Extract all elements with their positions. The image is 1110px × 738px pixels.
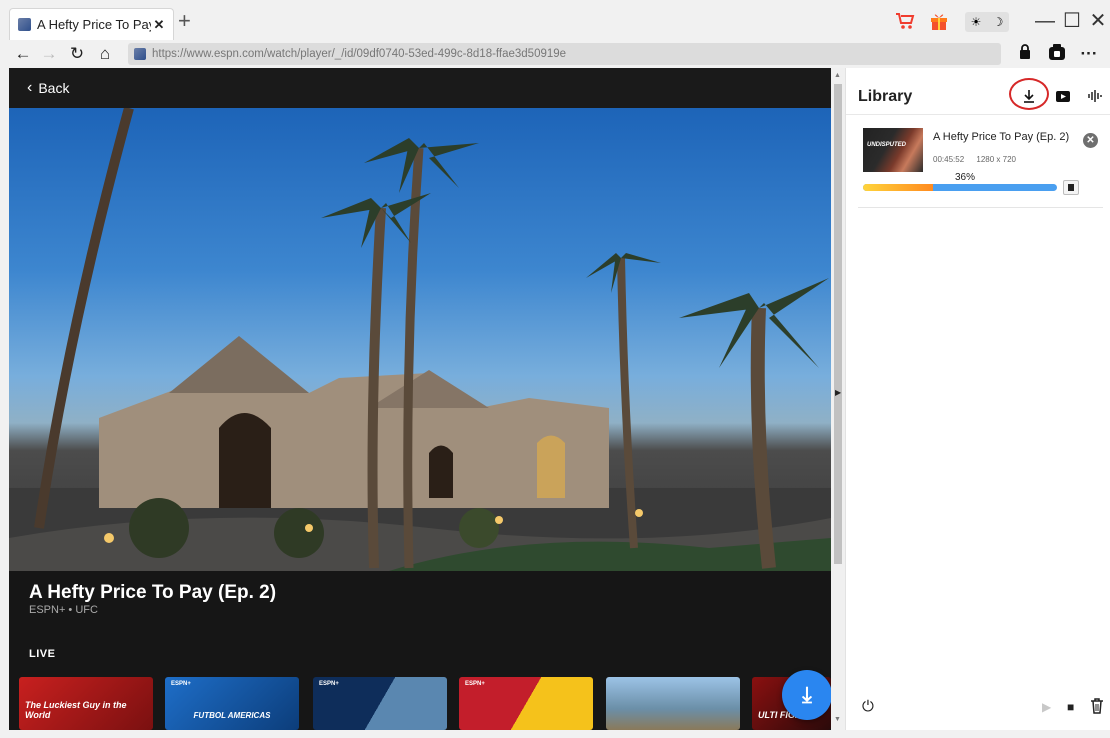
scroll-down-icon[interactable]: ▼ xyxy=(834,716,841,723)
thumbnail-tag: ESPN+ xyxy=(171,681,191,687)
more-menu-icon[interactable]: ··· xyxy=(1078,43,1100,65)
download-icon: ⤓ xyxy=(802,682,812,707)
back-button[interactable]: ‹ Back xyxy=(27,79,69,97)
thumbnail-caption: UNDISPUTED xyxy=(867,142,907,148)
site-favicon-icon xyxy=(18,18,31,31)
url-text: https://www.espn.com/watch/player/_/id/0… xyxy=(152,48,567,60)
browser-tab[interactable]: A Hefty Price To Pay ( ✕ xyxy=(9,8,174,40)
download-percent: 36% xyxy=(955,172,976,183)
play-all-icon[interactable]: ▶ xyxy=(1042,700,1051,714)
remove-download-icon[interactable]: ✕ xyxy=(1083,133,1098,148)
thumbnail-tag: ESPN+ xyxy=(319,681,339,687)
download-meta: 00:45:52 1280 x 720 xyxy=(933,155,1026,164)
navigation-bar: ← → ↻ ⌂ https://www.espn.com/watch/playe… xyxy=(0,40,1110,68)
show-title: A Hefty Price To Pay (Ep. 2) xyxy=(29,582,277,603)
browser-window: A Hefty Price To Pay ( ✕ + ☀ ☽ — ☐ ✕ ← →… xyxy=(0,0,1110,738)
download-progress-bar xyxy=(863,184,1057,191)
gift-icon[interactable] xyxy=(928,10,950,32)
library-footer: ⏻ ▶ ■ xyxy=(846,686,1110,730)
page-scrollbar[interactable]: ▲ ▼ xyxy=(831,68,845,730)
divider xyxy=(846,114,1110,115)
close-tab-icon[interactable]: ✕ xyxy=(151,17,167,33)
live-section-label: LIVE xyxy=(29,648,56,660)
live-thumbnail[interactable]: The Luckiest Guy in the World xyxy=(19,677,153,730)
live-thumbnail[interactable]: ESPN+ xyxy=(313,677,447,730)
reload-icon[interactable]: ↻ xyxy=(66,43,88,65)
stop-icon xyxy=(1068,184,1074,191)
hero-image[interactable] xyxy=(9,108,831,571)
download-resolution: 1280 x 720 xyxy=(976,155,1016,164)
scroll-up-icon[interactable]: ▲ xyxy=(834,72,841,79)
trash-icon[interactable] xyxy=(1090,698,1104,718)
library-panel: Library UNDISPUTED A Hefty Price To Pay … xyxy=(845,68,1110,730)
theme-toggle[interactable]: ☀ ☽ xyxy=(965,12,1009,32)
lock-icon[interactable] xyxy=(1014,43,1036,65)
maximize-button[interactable]: ☐ xyxy=(1060,8,1084,34)
player-header: ‹ Back xyxy=(9,68,831,108)
home-icon[interactable]: ⌂ xyxy=(94,43,116,65)
close-window-button[interactable]: ✕ xyxy=(1086,8,1110,34)
title-bar: A Hefty Price To Pay ( ✕ + ☀ ☽ — ☐ ✕ xyxy=(0,0,1110,40)
scrollbar-thumb[interactable] xyxy=(834,84,842,564)
sun-icon: ☀ xyxy=(970,15,982,29)
library-title: Library xyxy=(858,88,913,105)
back-label: Back xyxy=(38,80,70,96)
thumbnail-tag: ESPN+ xyxy=(465,681,485,687)
live-thumbnail[interactable]: ESPN+ xyxy=(459,677,593,730)
stop-download-button[interactable] xyxy=(1063,180,1079,195)
download-duration: 00:45:52 xyxy=(933,155,965,164)
progress-fill xyxy=(863,184,933,191)
show-subtitle: ESPN+ • UFC xyxy=(29,604,98,616)
download-thumbnail: UNDISPUTED xyxy=(863,128,923,172)
download-fab-button[interactable]: ⤓ xyxy=(782,670,832,720)
moon-icon: ☽ xyxy=(992,15,1004,29)
forward-arrow-icon[interactable]: → xyxy=(38,43,60,65)
downloader-extension-icon[interactable] xyxy=(1046,43,1068,65)
back-arrow-icon[interactable]: ← xyxy=(12,43,34,65)
video-player: ‹ Back A Hefty Price To Pay (Ep. 2) ESPN… xyxy=(9,68,831,730)
download-item[interactable]: UNDISPUTED A Hefty Price To Pay (Ep. 2) … xyxy=(858,124,1103,208)
thumbnail-title: FUTBOL AMERICAS xyxy=(193,711,271,720)
tab-title: A Hefty Price To Pay ( xyxy=(37,17,151,32)
thumbnail-title: The Luckiest Guy in the World xyxy=(25,700,127,720)
stop-all-icon[interactable]: ■ xyxy=(1067,700,1074,714)
audio-tab-icon[interactable] xyxy=(1084,86,1106,106)
minimize-button[interactable]: — xyxy=(1033,8,1057,34)
downloading-tab-icon[interactable] xyxy=(1018,86,1040,106)
live-thumbnail[interactable] xyxy=(606,677,740,730)
chevron-left-icon: ‹ xyxy=(27,79,33,96)
power-icon[interactable]: ⏻ xyxy=(862,698,874,715)
site-favicon-icon xyxy=(134,48,146,60)
video-tab-icon[interactable] xyxy=(1052,86,1074,106)
download-title: A Hefty Price To Pay (Ep. 2) xyxy=(933,131,1070,143)
cart-icon[interactable] xyxy=(894,10,916,32)
live-thumbnail[interactable]: ESPN+ FUTBOL AMERICAS xyxy=(165,677,299,730)
new-tab-icon[interactable]: + xyxy=(178,10,191,32)
collapse-panel-icon[interactable]: ▶ xyxy=(835,388,841,397)
bottom-strip xyxy=(0,730,1110,738)
address-bar[interactable]: https://www.espn.com/watch/player/_/id/0… xyxy=(128,43,1001,65)
